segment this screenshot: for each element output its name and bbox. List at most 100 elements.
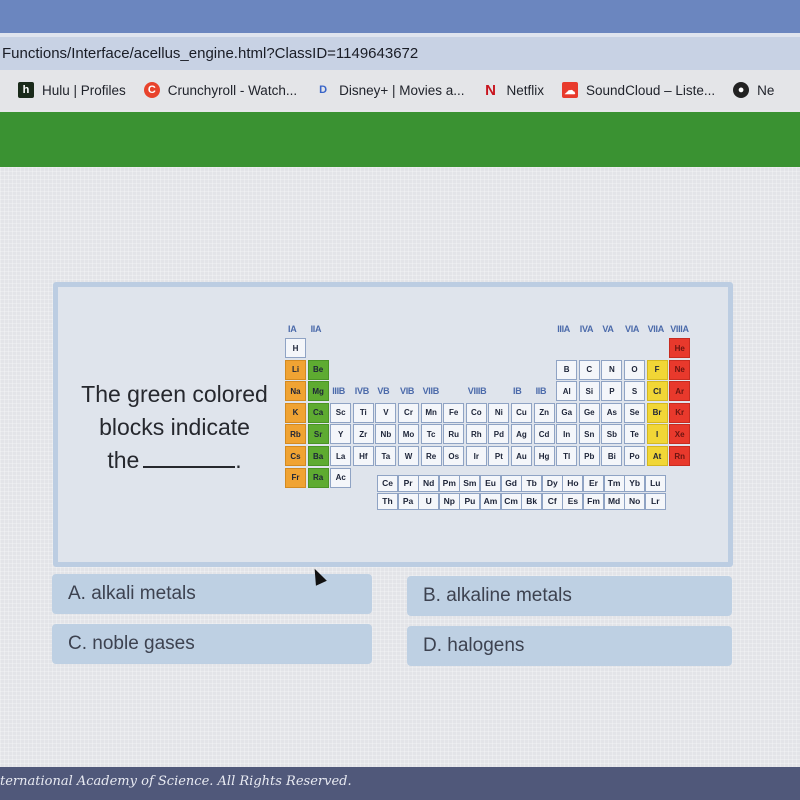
element-cell: S	[624, 381, 645, 402]
group-label: VIA	[625, 324, 640, 334]
bookmark-item[interactable]: D Disney+ | Movies a...	[315, 82, 464, 98]
group-label: IIIA	[557, 324, 570, 334]
element-cell: Sn	[578, 424, 600, 445]
group-label: IIA	[310, 324, 322, 334]
lanthanide-cell: Pm	[438, 474, 460, 492]
element-cell: Ti	[352, 402, 374, 423]
actinide-cell: Am	[480, 492, 501, 510]
lanthanide-cell: Nd	[418, 474, 440, 492]
element-cell: At	[646, 446, 668, 466]
element-cell: Sb	[601, 424, 623, 445]
actinide-cell: Pu	[459, 492, 481, 510]
lanthanide-cell: Tm	[603, 474, 625, 492]
element-cell: Cr	[398, 402, 419, 423]
bookmark-item[interactable]: h Hulu | Profiles	[18, 82, 126, 98]
element-cell: Sc	[330, 402, 352, 423]
lanthanide-cell: Pr	[397, 474, 419, 492]
element-cell: Tc	[420, 424, 442, 445]
element-cell: Fe	[443, 402, 465, 423]
bookmark-item[interactable]: C Crunchyroll - Watch...	[143, 82, 297, 98]
answer-letter: D.	[423, 635, 442, 656]
element-cell: C	[578, 359, 600, 380]
answer-text: alkali metals	[91, 583, 196, 604]
question-line-3: the.	[62, 444, 287, 477]
question-text: The green colored blocks indicate the.	[62, 378, 287, 477]
copyright-text: ternational Academy of Science. All Righ…	[0, 774, 352, 789]
element-cell: Se	[624, 402, 645, 423]
question-line-3-text: the	[107, 447, 140, 473]
lanthanide-cell: Ce	[377, 474, 398, 492]
element-cell: Ca	[307, 402, 329, 423]
question-period: .	[235, 447, 242, 473]
element-cell: Co	[465, 402, 487, 423]
group-label: VB	[377, 386, 390, 397]
element-cell: K	[285, 402, 306, 423]
bookmark-label: SoundCloud – Liste...	[586, 82, 716, 98]
bookmark-item[interactable]: ● Ne	[733, 82, 774, 98]
element-cell: Os	[443, 446, 465, 466]
actinide-cell: U	[418, 492, 440, 510]
element-cell: Mg	[307, 381, 329, 402]
bookmark-item[interactable]: ☁ SoundCloud – Liste...	[562, 82, 715, 98]
group-label: VIIA	[647, 324, 665, 334]
element-cell: F	[646, 359, 668, 380]
lanthanide-cell: Tb	[521, 474, 543, 492]
element-cell: Rn	[669, 446, 691, 466]
bookmark-item[interactable]: N Netflix	[483, 81, 544, 99]
actinide-cell: Md	[603, 492, 625, 510]
element-cell: Zn	[533, 402, 555, 423]
element-cell: Nb	[375, 424, 397, 445]
group-label: IB	[513, 386, 522, 397]
element-cell: O	[624, 359, 645, 380]
bookmark-label: Disney+ | Movies a...	[339, 82, 465, 98]
answer-option-c[interactable]: C. noble gases	[52, 624, 372, 664]
actinide-cell: Fm	[583, 492, 604, 510]
element-cell: Al	[556, 381, 578, 402]
answer-letter: B.	[423, 585, 441, 606]
actinide-cell: Lr	[644, 492, 666, 510]
element-cell: Pt	[488, 446, 510, 466]
element-cell: Be	[307, 359, 329, 380]
bookmark-label: Ne	[757, 82, 775, 98]
element-cell: Xe	[669, 424, 691, 445]
element-cell: Kr	[669, 402, 691, 423]
netflix-icon: N	[485, 81, 496, 99]
element-cell: P	[601, 381, 623, 402]
globe-icon: ●	[733, 82, 750, 98]
group-label: IIIB	[332, 386, 345, 397]
element-cell: H	[285, 338, 306, 358]
answer-letter: A.	[68, 583, 86, 604]
element-cell: Cd	[533, 424, 555, 445]
lanthanide-cell: Dy	[541, 474, 563, 492]
actinide-cell: Cm	[500, 492, 522, 510]
actinide-cell: Bk	[521, 492, 543, 510]
url-text[interactable]: Functions/Interface/acellus_engine.html?…	[2, 45, 418, 62]
element-cell: Sr	[307, 424, 329, 445]
element-cell: La	[330, 446, 352, 466]
answer-option-d[interactable]: D. halogens	[407, 626, 732, 666]
element-cell: Cu	[511, 402, 532, 423]
group-label: IIB	[535, 386, 547, 397]
element-cell: Ge	[578, 402, 600, 423]
element-cell: As	[601, 402, 623, 423]
element-cell: Te	[624, 424, 645, 445]
element-cell: Po	[624, 446, 645, 466]
element-cell: Au	[511, 446, 532, 466]
element-cell: Ba	[307, 446, 329, 466]
element-cell: Pb	[578, 446, 600, 466]
element-cell: I	[646, 424, 668, 445]
element-cell: Ni	[488, 402, 510, 423]
element-cell: Ag	[511, 424, 532, 445]
bookmark-label: Hulu | Profiles	[42, 82, 126, 98]
group-label: VA	[602, 324, 614, 334]
actinide-cell: Pa	[397, 492, 419, 510]
lanthanide-cell: Lu	[644, 474, 666, 492]
soundcloud-icon: ☁	[562, 82, 579, 98]
element-cell: Ar	[669, 381, 691, 402]
answer-option-b[interactable]: B. alkaline metals	[407, 576, 732, 616]
group-label: VIIIB	[467, 386, 487, 397]
element-cell: Mn	[420, 402, 442, 423]
answer-letter: C.	[68, 633, 87, 654]
element-cell: Ra	[307, 467, 329, 488]
element-cell: In	[556, 424, 578, 445]
